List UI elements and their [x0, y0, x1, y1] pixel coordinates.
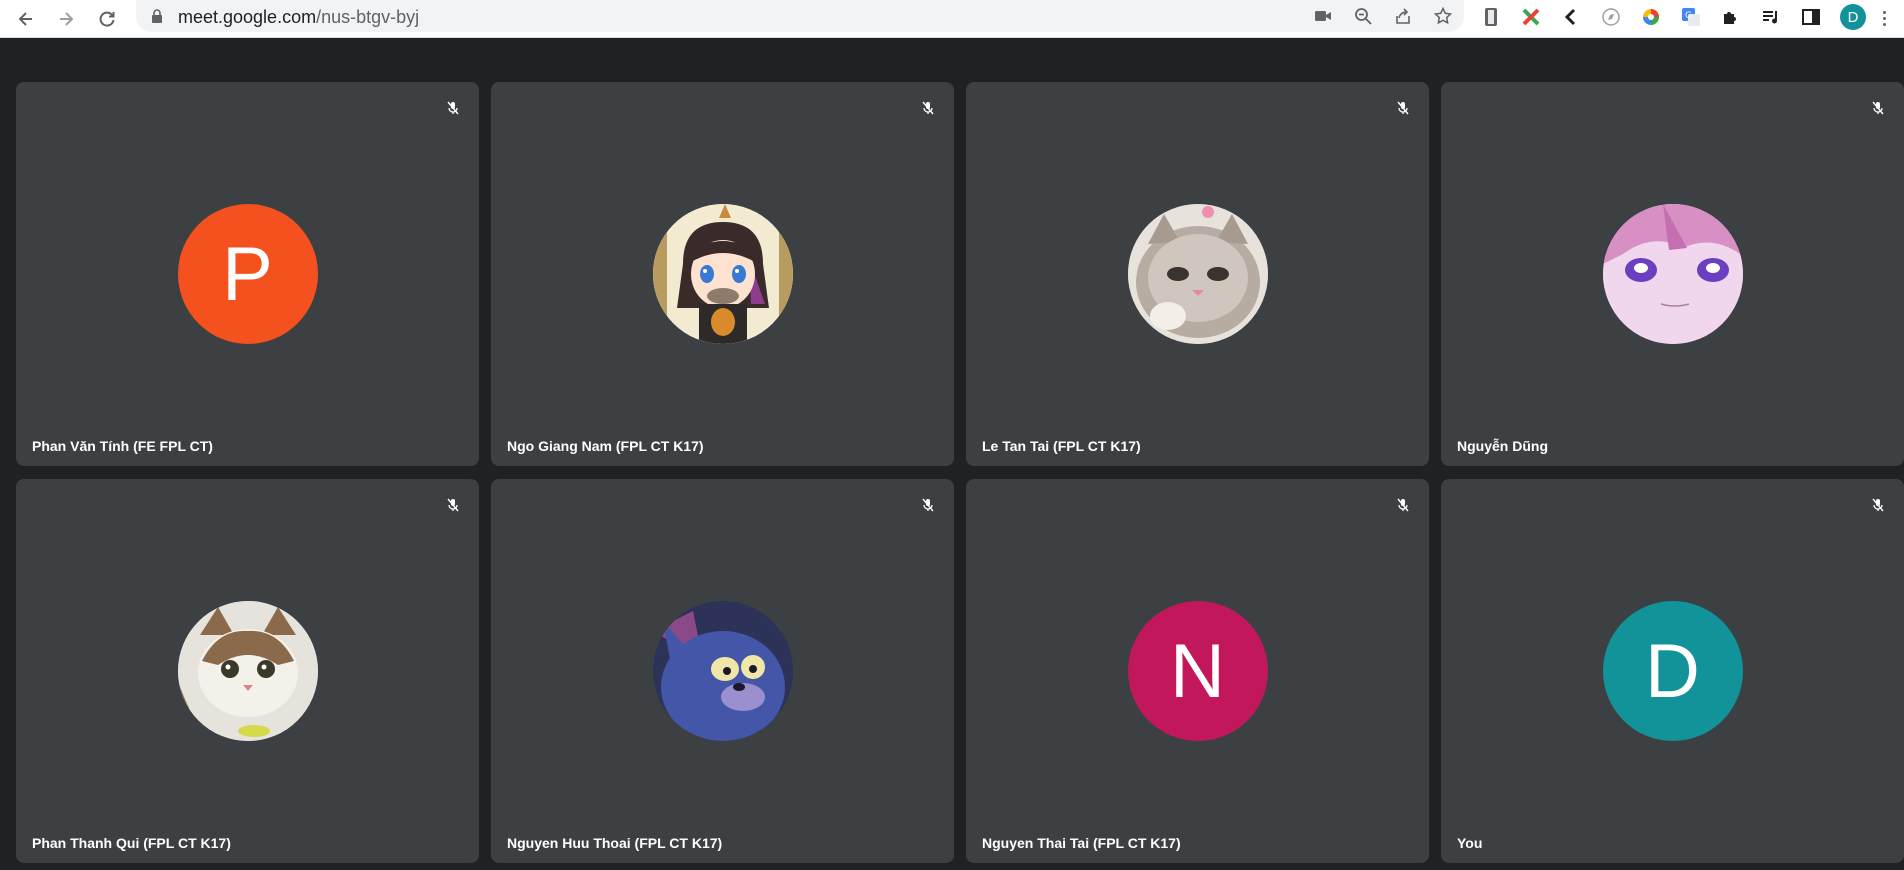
- mic-off-icon: [1864, 94, 1892, 122]
- mic-off-icon: [1864, 491, 1892, 519]
- avatar: P: [177, 204, 318, 344]
- mic-off-icon: [1389, 491, 1417, 519]
- avatar: [652, 601, 793, 741]
- participant-tile[interactable]: Le Tan Tai (FPL CT K17): [966, 82, 1429, 466]
- participant-name: Phan Văn Tính (FE FPL CT): [32, 438, 213, 454]
- browser-menu-icon[interactable]: [1876, 5, 1892, 31]
- participant-tile-self[interactable]: D You: [1441, 479, 1904, 863]
- lock-icon[interactable]: [150, 8, 164, 29]
- color-wheel-extension-icon[interactable]: [1638, 4, 1664, 30]
- participant-grid: P Phan Văn Tính (FE FPL CT) Ngo Giang Na…: [0, 38, 1904, 870]
- address-bar[interactable]: meet.google.com/nus-btgv-byj: [136, 0, 1464, 32]
- participant-name: Ngo Giang Nam (FPL CT K17): [507, 438, 704, 454]
- participant-name: You: [1457, 835, 1483, 851]
- browser-toolbar: meet.google.com/nus-btgv-byj G D: [0, 0, 1904, 38]
- avatar: [1602, 204, 1743, 344]
- puzzle-icon[interactable]: [1718, 4, 1744, 30]
- translate-extension-icon[interactable]: G: [1678, 4, 1704, 30]
- avatar: N: [1127, 601, 1268, 741]
- participant-tile[interactable]: Phan Thanh Qui (FPL CT K17): [16, 479, 479, 863]
- avatar: D: [1602, 601, 1743, 741]
- avatar: [1127, 204, 1268, 344]
- mic-off-icon: [1389, 94, 1417, 122]
- svg-text:G: G: [1685, 11, 1692, 21]
- participant-name: Nguyen Thai Tai (FPL CT K17): [982, 835, 1181, 851]
- mic-off-icon: [914, 491, 942, 519]
- camera-icon[interactable]: [1312, 5, 1334, 27]
- mic-off-icon: [439, 491, 467, 519]
- share-icon[interactable]: [1392, 5, 1414, 27]
- profile-avatar[interactable]: D: [1840, 4, 1866, 30]
- reload-icon[interactable]: [93, 5, 121, 33]
- url-host: meet.google.com: [178, 7, 317, 27]
- participant-tile[interactable]: Nguyễn Dũng: [1441, 82, 1904, 466]
- participant-tile[interactable]: Ngo Giang Nam (FPL CT K17): [491, 82, 954, 466]
- mic-off-icon: [439, 94, 467, 122]
- media-control-icon[interactable]: [1758, 4, 1784, 30]
- avatar: [652, 204, 793, 344]
- zoom-out-icon[interactable]: [1352, 5, 1374, 27]
- url-text[interactable]: meet.google.com/nus-btgv-byj: [178, 7, 419, 28]
- participant-name: Le Tan Tai (FPL CT K17): [982, 438, 1141, 454]
- url-path: /nus-btgv-byj: [316, 7, 420, 27]
- chevron-extension-icon[interactable]: [1558, 4, 1584, 30]
- participant-name: Nguyễn Dũng: [1457, 438, 1548, 454]
- compass-extension-icon[interactable]: [1598, 4, 1624, 30]
- forward-icon[interactable]: [52, 5, 80, 33]
- back-icon[interactable]: [12, 5, 40, 33]
- participant-tile[interactable]: N Nguyen Thai Tai (FPL CT K17): [966, 479, 1429, 863]
- participant-name: Phan Thanh Qui (FPL CT K17): [32, 835, 231, 851]
- star-icon[interactable]: [1432, 5, 1454, 27]
- phone-extension-icon[interactable]: [1478, 4, 1504, 30]
- side-panel-icon[interactable]: [1798, 4, 1824, 30]
- mic-off-icon: [914, 94, 942, 122]
- participant-name: Nguyen Huu Thoai (FPL CT K17): [507, 835, 723, 851]
- participant-tile[interactable]: Nguyen Huu Thoai (FPL CT K17): [491, 479, 954, 863]
- avatar: [177, 601, 318, 741]
- tools-extension-icon[interactable]: [1518, 4, 1544, 30]
- participant-tile[interactable]: P Phan Văn Tính (FE FPL CT): [16, 82, 479, 466]
